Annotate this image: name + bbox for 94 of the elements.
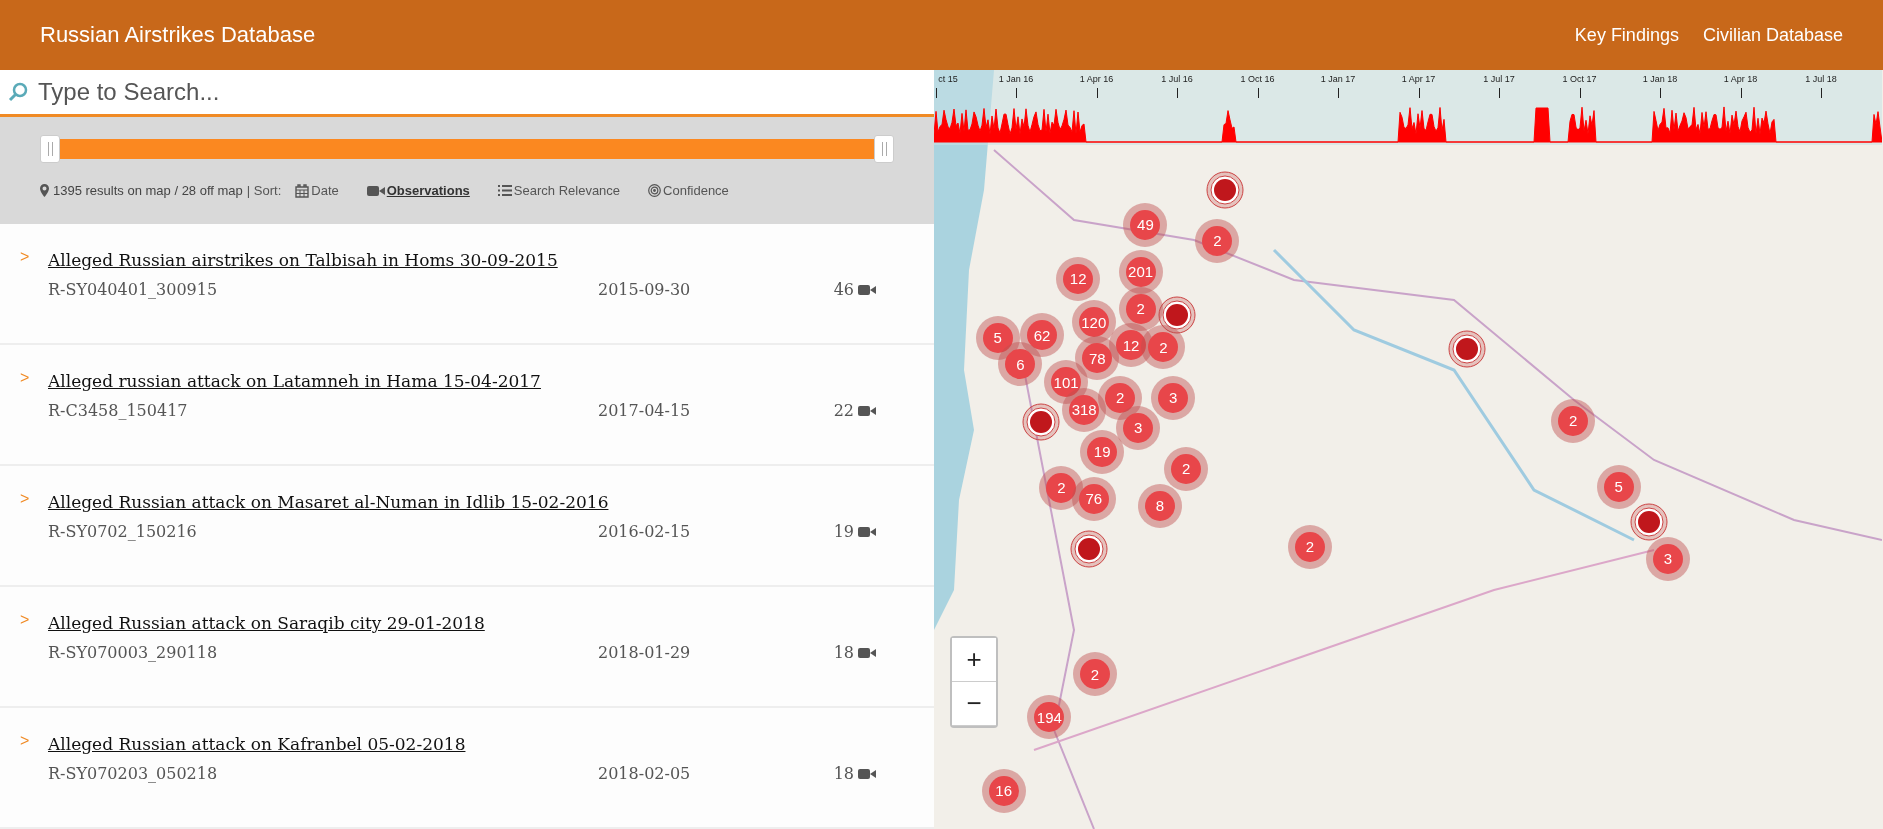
video-camera-icon [858,646,876,659]
site-title: Russian Airstrikes Database [40,22,317,48]
sort-option[interactable]: Confidence [648,183,729,198]
cluster-marker[interactable]: 5 [1603,471,1634,502]
incident-title-link[interactable]: Alleged Russian attack on Kafranbel 05-02-2018 [48,734,466,754]
sort-option[interactable]: Search Relevance [497,183,621,198]
cluster-marker[interactable]: 2 [1202,225,1233,256]
cluster-marker[interactable]: 62 [1027,320,1058,351]
cluster-marker[interactable]: 2 [1046,472,1077,503]
incident-date: 2015-09-30 [598,280,692,299]
observation-count: 22 [833,401,854,420]
sort-label: | Sort: [246,183,282,198]
incident-date: 2017-04-15 [598,401,692,420]
video-camera-icon [858,767,876,780]
incident-code: R-SY070003_290118 [48,643,219,662]
cluster-marker[interactable]: 2 [1171,453,1202,484]
chevron-icon: > [20,369,30,387]
chevron-icon: > [20,611,30,629]
timeline-tick-label: ct 15 [938,74,958,84]
cluster-marker[interactable]: 19 [1087,436,1118,467]
cluster-marker[interactable]: 201 [1125,256,1156,287]
observation-count: 46 [833,280,854,299]
chevron-icon: > [20,248,30,266]
list-icon [497,184,512,197]
timeline-tick-label: 1 Jan 18 [1642,74,1678,84]
incident-date: 2018-02-05 [598,764,692,783]
cluster-marker[interactable]: 2 [1558,405,1589,436]
slider-handle[interactable] [40,135,60,163]
incident-marker[interactable] [1068,529,1109,570]
cluster-marker[interactable]: 2 [1295,531,1325,562]
incident-date: 2018-01-29 [598,643,692,662]
cluster-marker[interactable]: 120 [1078,307,1109,338]
chevron-icon: > [20,732,30,750]
incident-date: 2016-02-15 [598,522,692,541]
nav-link[interactable]: Key Findings [1574,24,1679,46]
incident-title-link[interactable]: Alleged russian attack on Latamneh in Hama 15-04-2017 [48,371,541,391]
nav-link[interactable]: Civilian Database [1702,24,1843,46]
cluster-marker[interactable]: 5 [982,322,1013,353]
calendar-icon [295,183,310,198]
observation-count: 18 [833,764,854,783]
cluster-marker[interactable]: 2 [1125,294,1156,324]
map-pin-icon [40,184,49,197]
incident-title-link[interactable]: Alleged Russian airstrikes on Talbisah in Homs 30-09-2015 [48,250,558,270]
timeline-tick-label: 1 Jan 17 [1320,74,1356,84]
cluster-marker[interactable]: 76 [1078,483,1109,514]
incident-marker[interactable] [1020,401,1061,442]
cluster-marker[interactable]: 3 [1123,412,1154,443]
target-icon [648,184,662,197]
cluster-marker[interactable]: 6 [1005,349,1036,380]
cluster-marker[interactable]: 8 [1144,490,1175,521]
cluster-marker[interactable]: 78 [1082,343,1113,374]
observation-count: 19 [833,522,854,541]
timeline-tick-label: 1 Jul 17 [1483,74,1515,84]
cluster-marker[interactable]: 12 [1116,330,1146,360]
incident-marker[interactable] [1628,501,1669,542]
incident-code: R-SY040401_300915 [48,280,219,299]
timeline-tick-label: 1 Apr 18 [1723,74,1758,84]
sort-option[interactable]: Date [295,183,339,198]
slider-handle[interactable] [874,135,894,163]
zoom-button[interactable]: + [952,638,996,682]
video-camera-icon [858,525,876,538]
incident-marker[interactable] [1204,170,1245,211]
cluster-marker[interactable]: 194 [1034,702,1065,733]
cluster-marker[interactable]: 16 [988,775,1019,806]
observation-count: 18 [833,643,854,662]
video-camera-icon [858,404,876,417]
cluster-marker[interactable]: 101 [1051,367,1082,398]
results-count: 1395 results on map / 28 off map [53,183,243,198]
cluster-marker[interactable]: 2 [1105,382,1136,413]
incident-code: R-SY070203_050218 [48,764,219,783]
chevron-icon: > [20,490,30,508]
incident-title-link[interactable]: Alleged Russian attack on Masaret al-Numan in Idlib 15-02-2016 [48,492,609,512]
video-camera-icon [858,283,876,296]
timeline-tick-label: 1 Apr 17 [1401,74,1436,84]
sort-option[interactable]: Observations [366,183,470,198]
timeline-tick-label: 1 Jul 16 [1161,74,1193,84]
timeline-tick-label: 1 Apr 16 [1079,74,1114,84]
cluster-marker[interactable]: 2 [1079,659,1110,690]
incident-title-link[interactable]: Alleged Russian attack on Saraqib city 29-01-2018 [48,613,485,633]
cluster-marker[interactable]: 12 [1063,263,1094,294]
timeline-tick-label: 1 Jul 18 [1805,74,1837,84]
search-icon [8,82,28,102]
cluster-marker[interactable]: 2 [1148,332,1179,363]
cluster-marker[interactable]: 49 [1130,209,1161,240]
incident-marker[interactable] [1447,328,1488,369]
timeline-tick-label: 1 Oct 17 [1562,74,1597,84]
video-camera-icon [366,184,385,197]
incident-code: R-SY0702_150216 [48,522,198,541]
timeline-tick-label: 1 Oct 16 [1240,74,1275,84]
cluster-marker[interactable]: 3 [1158,382,1189,413]
cluster-marker[interactable]: 318 [1069,394,1100,425]
incident-code: R-C3458_150417 [48,401,189,420]
timeline-tick-label: 1 Jan 16 [998,74,1034,84]
cluster-marker[interactable]: 3 [1652,543,1683,574]
